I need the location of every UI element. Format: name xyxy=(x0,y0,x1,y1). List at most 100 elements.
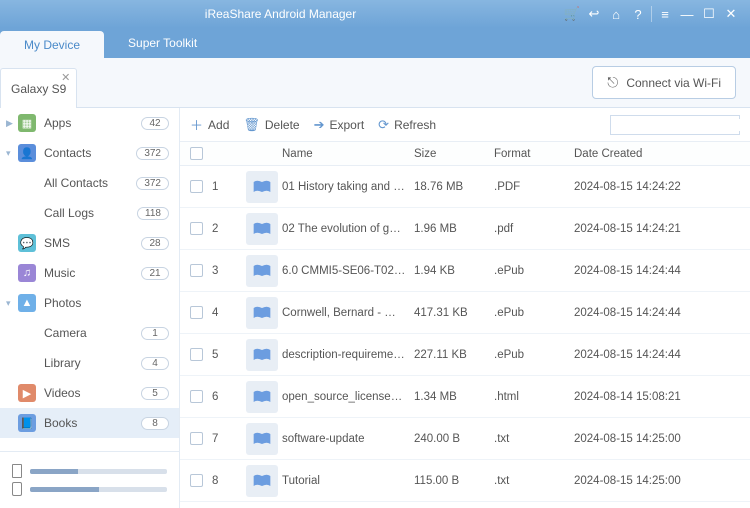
search-input[interactable] xyxy=(615,119,750,131)
table-row[interactable]: 6open_source_licenses_...1.34 MB.html202… xyxy=(180,376,750,418)
file-name: description-requirements xyxy=(282,349,414,361)
sidebar-item-label: Books xyxy=(44,416,141,430)
sidebar-item-call-logs[interactable]: Call Logs118 xyxy=(0,198,179,228)
sidebar-item-sms[interactable]: 💬 SMS28 xyxy=(0,228,179,258)
close-icon[interactable]: ✕ xyxy=(720,3,742,25)
cart-icon[interactable]: 🛒 xyxy=(561,3,583,25)
table-row[interactable]: 101 History taking and cli...18.76 MB.PD… xyxy=(180,166,750,208)
count-badge: 42 xyxy=(141,117,169,130)
sidebar-item-label: Camera xyxy=(44,326,141,340)
table-row[interactable]: 8Tutorial115.00 B.txt2024-08-15 14:25:00 xyxy=(180,460,750,502)
table-row[interactable]: 4Cornwell, Bernard - War...417.31 KB.ePu… xyxy=(180,292,750,334)
sidebar-item-all-contacts[interactable]: All Contacts372 xyxy=(0,168,179,198)
sidebar-item-label: Music xyxy=(44,266,141,280)
file-format: .ePub xyxy=(494,265,574,277)
refresh-button[interactable]: ⟳Refresh xyxy=(378,117,436,133)
count-badge: 8 xyxy=(141,417,169,430)
row-index: 7 xyxy=(212,433,242,445)
home-icon[interactable]: ⌂ xyxy=(605,3,627,25)
col-size[interactable]: Size xyxy=(414,148,494,160)
export-icon: ➔ xyxy=(314,117,325,133)
maximize-icon[interactable]: ☐ xyxy=(698,3,720,25)
col-date[interactable]: Date Created xyxy=(574,148,750,160)
row-index: 5 xyxy=(212,349,242,361)
sidebar-item-apps[interactable]: ▶▦Apps42 xyxy=(0,108,179,138)
music-icon: ♫ xyxy=(18,264,36,282)
sidebar-item-label: SMS xyxy=(44,236,141,250)
refresh-icon: ⟳ xyxy=(378,117,389,133)
sidebar-item-label: Library xyxy=(44,356,141,370)
file-size: 240.00 B xyxy=(414,433,494,445)
sidebar-item-contacts[interactable]: ▾👤Contacts372 xyxy=(0,138,179,168)
row-checkbox[interactable] xyxy=(190,348,203,361)
row-checkbox[interactable] xyxy=(190,306,203,319)
count-badge: 372 xyxy=(136,177,169,190)
row-checkbox[interactable] xyxy=(190,432,203,445)
sidebar-item-camera[interactable]: Camera1 xyxy=(0,318,179,348)
file-size: 18.76 MB xyxy=(414,181,494,193)
sidebar-item-videos[interactable]: ▶Videos5 xyxy=(0,378,179,408)
sidebar-item-books[interactable]: 📘Books8 xyxy=(0,408,179,438)
file-date: 2024-08-15 14:24:21 xyxy=(574,223,750,235)
connect-wifi-button[interactable]: ⎋ Connect via Wi-Fi xyxy=(592,66,736,99)
storage-sd xyxy=(12,482,167,496)
sidebar-item-photos[interactable]: ▾▲Photos xyxy=(0,288,179,318)
row-index: 6 xyxy=(212,391,242,403)
row-checkbox[interactable] xyxy=(190,222,203,235)
divider xyxy=(651,6,652,22)
file-size: 115.00 B xyxy=(414,475,494,487)
row-checkbox[interactable] xyxy=(190,180,203,193)
sidebar-item-label: Apps xyxy=(44,116,141,130)
row-index: 8 xyxy=(212,475,242,487)
count-badge: 5 xyxy=(141,387,169,400)
phone-icon xyxy=(12,464,22,478)
add-button[interactable]: ＋Add xyxy=(190,115,229,134)
storage-panel xyxy=(0,451,179,508)
file-date: 2024-08-15 14:24:44 xyxy=(574,307,750,319)
book-icon xyxy=(246,255,278,287)
help-icon[interactable]: ? xyxy=(627,3,649,25)
table-row[interactable]: 5description-requirements227.11 KB.ePub2… xyxy=(180,334,750,376)
table-row[interactable]: 7software-update240.00 B.txt2024-08-15 1… xyxy=(180,418,750,460)
file-name: Tutorial xyxy=(282,475,414,487)
sms-icon: 💬 xyxy=(18,234,36,252)
file-name: 6.0 CMMI5-SE06-T02te... xyxy=(282,265,414,277)
sidebar: ▶▦Apps42▾👤Contacts372All Contacts372Call… xyxy=(0,108,180,508)
row-checkbox[interactable] xyxy=(190,264,203,277)
table-row[interactable]: 202 The evolution of gene...1.96 MB.pdf2… xyxy=(180,208,750,250)
row-index: 2 xyxy=(212,223,242,235)
device-tab[interactable]: ✕ Galaxy S9 xyxy=(0,68,77,108)
tab-my-device[interactable]: My Device xyxy=(0,31,104,58)
sidebar-item-library[interactable]: Library4 xyxy=(0,348,179,378)
col-format[interactable]: Format xyxy=(494,148,574,160)
minimize-icon[interactable]: — xyxy=(676,3,698,25)
delete-button[interactable]: 🗑Delete xyxy=(243,117,299,133)
table-header: Name Size Format Date Created xyxy=(180,142,750,166)
menu-icon[interactable]: ≡ xyxy=(654,3,676,25)
count-badge: 28 xyxy=(141,237,169,250)
apps-icon: ▦ xyxy=(18,114,36,132)
book-icon xyxy=(246,171,278,203)
row-index: 3 xyxy=(212,265,242,277)
file-name: Cornwell, Bernard - War... xyxy=(282,307,414,319)
device-name: Galaxy S9 xyxy=(11,82,66,96)
tab-super-toolkit[interactable]: Super Toolkit xyxy=(104,28,221,58)
file-format: .html xyxy=(494,391,574,403)
count-badge: 4 xyxy=(141,357,169,370)
search-box[interactable]: 🔍 xyxy=(610,115,740,135)
book-icon xyxy=(246,339,278,371)
file-name: software-update xyxy=(282,433,414,445)
select-all-checkbox[interactable] xyxy=(190,147,203,160)
col-name[interactable]: Name xyxy=(282,148,414,160)
sidebar-item-label: Call Logs xyxy=(44,206,137,220)
sidebar-item-label: Contacts xyxy=(44,146,136,160)
sidebar-item-music[interactable]: ♫Music21 xyxy=(0,258,179,288)
row-checkbox[interactable] xyxy=(190,390,203,403)
table-row[interactable]: 36.0 CMMI5-SE06-T02te...1.94 KB.ePub2024… xyxy=(180,250,750,292)
close-device-tab-icon[interactable]: ✕ xyxy=(61,71,70,84)
row-checkbox[interactable] xyxy=(190,474,203,487)
book-icon xyxy=(246,465,278,497)
export-button[interactable]: ➔Export xyxy=(314,117,365,133)
sd-icon xyxy=(12,482,22,496)
back-icon[interactable]: ↩ xyxy=(583,3,605,25)
